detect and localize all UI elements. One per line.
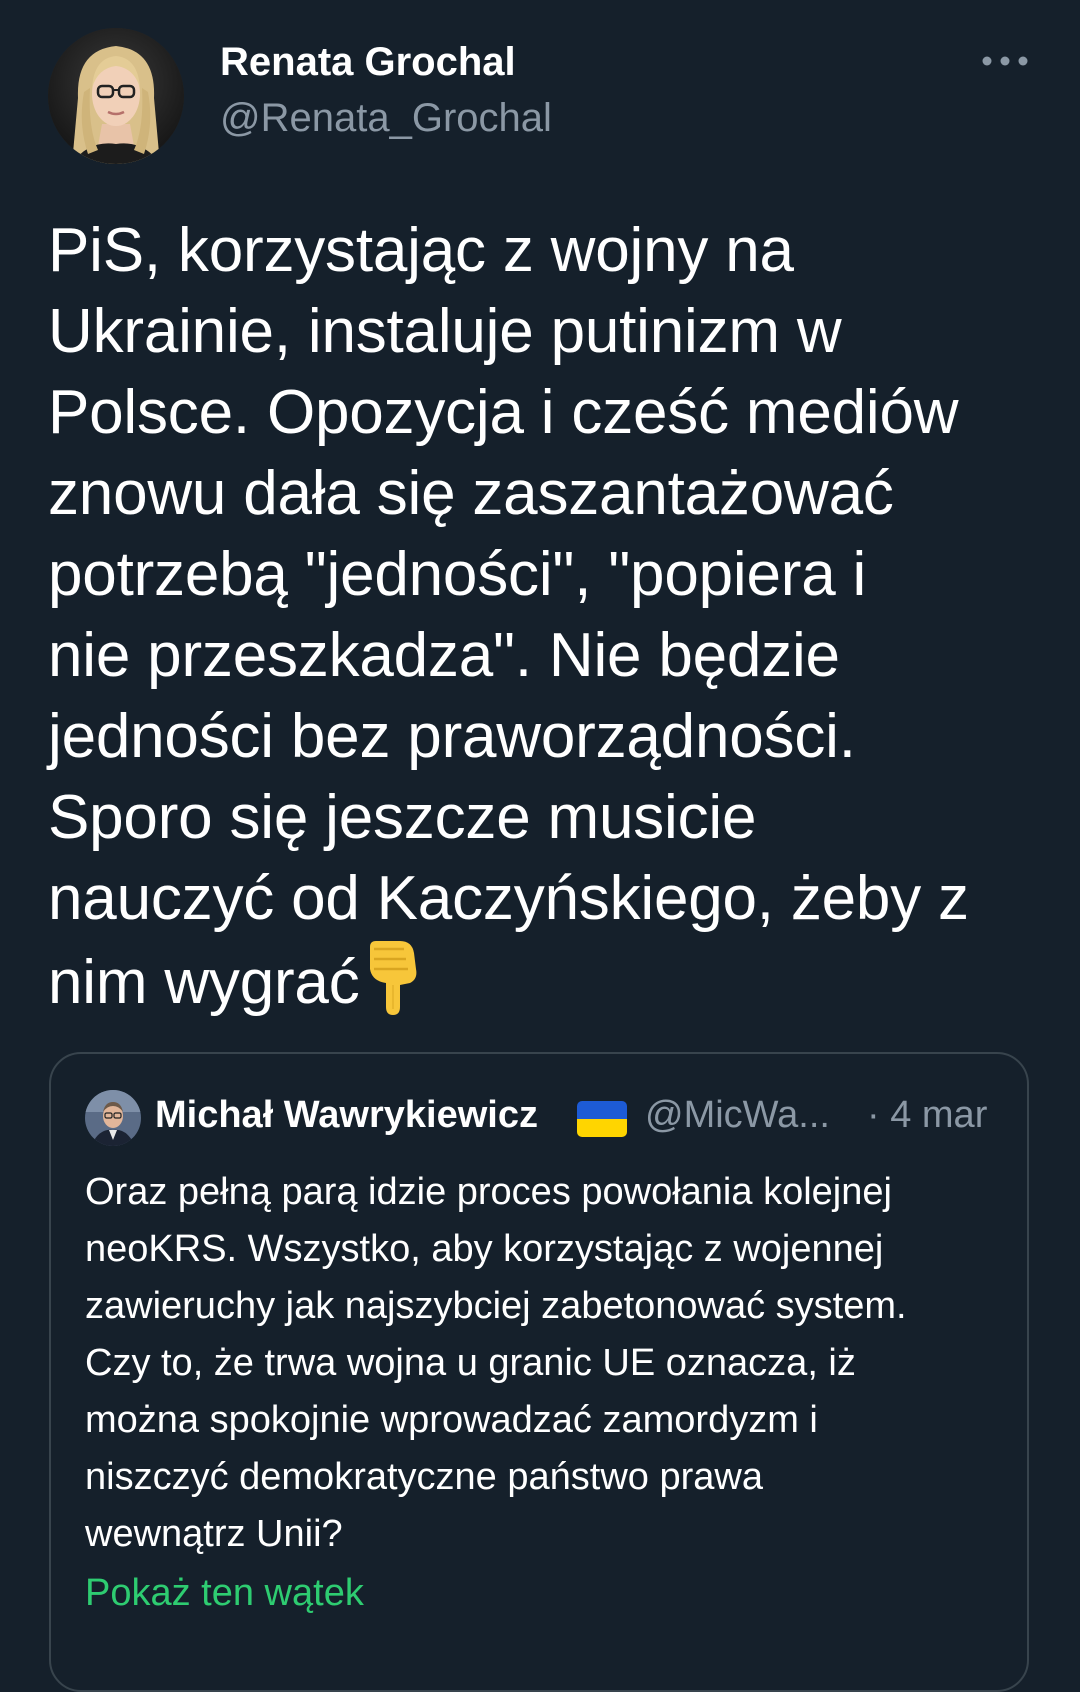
author-avatar[interactable] [48, 28, 184, 164]
author-name[interactable]: Renata Grochal [220, 40, 516, 85]
quoted-tweet-card[interactable]: Michał Wawrykiewicz @MicWa... · 4 mar Or… [49, 1052, 1029, 1692]
quoted-tweet-text: Oraz pełną parą idzie proces powołania k… [85, 1171, 907, 1555]
profile-photo-icon [48, 28, 184, 164]
ukraine-flag-icon [577, 1101, 627, 1137]
tweet-text-content: PiS, korzystając z wojny na Ukrainie, in… [48, 216, 969, 1017]
quoted-author-handle[interactable]: @MicWa... [645, 1094, 830, 1137]
quoted-author-name[interactable]: Michał Wawrykiewicz [155, 1094, 538, 1137]
backhand-index-pointing-down-icon [360, 939, 422, 1017]
quoted-author-avatar[interactable] [85, 1090, 141, 1146]
profile-photo-icon [85, 1090, 141, 1146]
show-thread-link[interactable]: Pokaż ten wątek [85, 1572, 364, 1615]
more-horizontal-icon[interactable] [980, 46, 1030, 76]
tweet-text: PiS, korzystając z wojny na Ukrainie, in… [48, 210, 1048, 1023]
quoted-tweet-date[interactable]: · 4 mar [867, 1094, 987, 1137]
author-handle[interactable]: @Renata_Grochal [220, 96, 552, 141]
